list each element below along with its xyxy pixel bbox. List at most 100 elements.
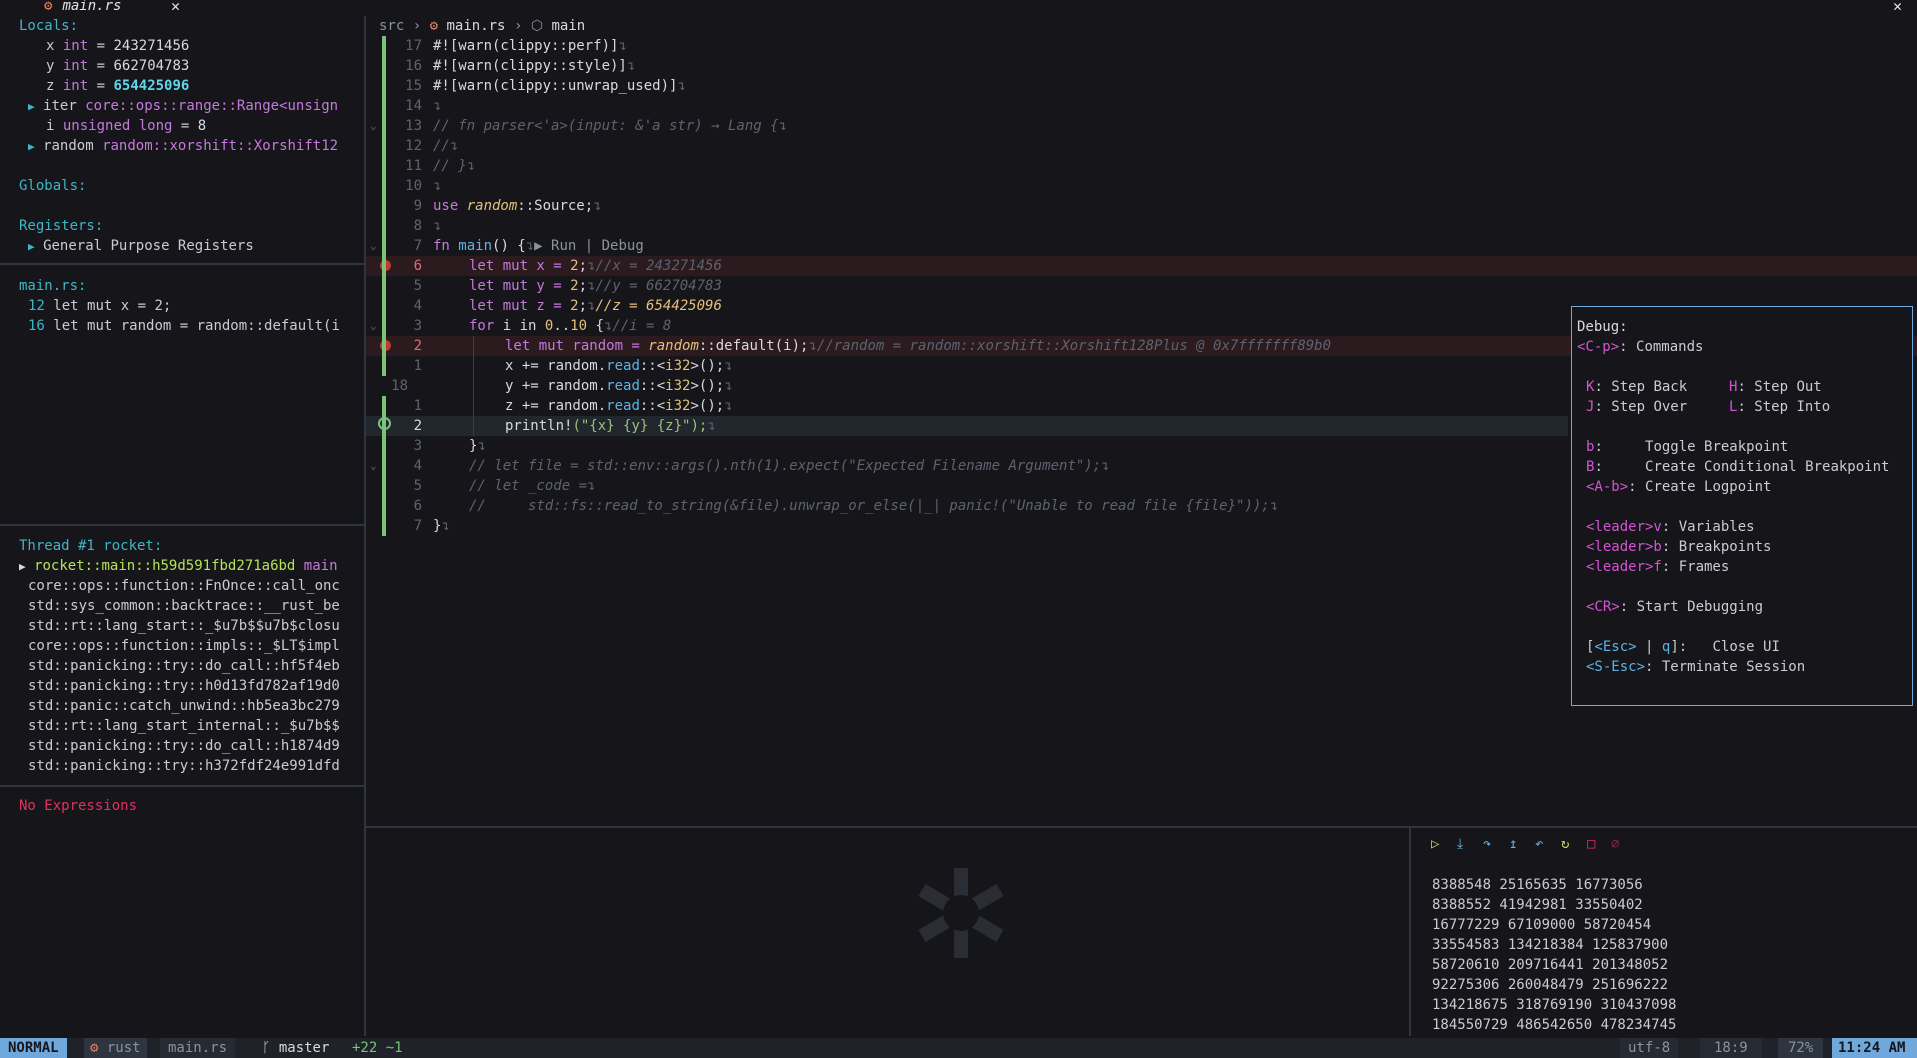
restart-icon[interactable]: ↻ xyxy=(1561,836,1569,852)
step-over-icon[interactable]: ↷ xyxy=(1483,836,1491,852)
expand-triangle-icon[interactable]: ▶ xyxy=(28,240,35,253)
step-out-icon[interactable]: ↥ xyxy=(1509,836,1517,852)
debug-help-popup: Debug: <C-p>: Commands K: Step Back H: St… xyxy=(1571,306,1913,706)
stacks-pane[interactable]: Thread #1 rocket: ▶ rocket::main::h59d59… xyxy=(0,536,364,784)
tab-bar xyxy=(0,0,1917,14)
virtual-text-value: //x = 243271456 xyxy=(595,258,722,274)
help-step-back[interactable]: K: Step Back xyxy=(1586,379,1687,395)
clock: 11:24 AM xyxy=(1832,1038,1917,1058)
help-step-over[interactable]: J: Step Over xyxy=(1586,399,1687,415)
help-frames[interactable]: <leader>f: Frames xyxy=(1572,557,1912,577)
divider xyxy=(0,524,364,526)
fold-chevron-icon: ⌄ xyxy=(370,119,377,132)
indent-guide xyxy=(473,336,474,436)
tab-close-button[interactable]: ✕ xyxy=(171,0,180,14)
scroll-percent: 72% xyxy=(1778,1038,1824,1058)
stack-frame[interactable]: std::rt::lang_start::_$u7b$$u7b$closu xyxy=(0,616,364,636)
stack-frame[interactable]: core::ops::function::impls::_$LT$impl xyxy=(0,636,364,656)
breakpoint-item[interactable]: 12 let mut x = 2; xyxy=(0,296,364,316)
watches-pane[interactable]: No Expressions xyxy=(0,796,364,1036)
console-output-line: 58720610 209716441 201348052 xyxy=(1432,957,1669,973)
globals-header[interactable]: Globals: xyxy=(0,176,364,196)
console-output-line: 16777229 67109000 58720454 xyxy=(1432,917,1652,933)
local-var-z[interactable]: z int = 654425096 xyxy=(0,76,364,96)
git-branch: ᚴ master xyxy=(262,1040,330,1056)
breakpoint-item[interactable]: 16 let mut random = random::default(i xyxy=(0,316,364,336)
rust-file-icon: ⚙ xyxy=(429,18,439,34)
disconnect-icon[interactable]: ⌀ xyxy=(1611,836,1619,852)
cube-icon: ⬡ xyxy=(530,18,544,34)
stack-frame[interactable]: std::panicking::try::h0d13fd782af19d0 xyxy=(0,676,364,696)
help-start-debugging[interactable]: <CR>: Start Debugging xyxy=(1572,597,1912,617)
play-icon[interactable]: ▷ xyxy=(1431,836,1439,852)
nix-snowflake-logo xyxy=(918,868,1004,958)
stack-frame[interactable]: std::rt::lang_start_internal::_$u7b$$ xyxy=(0,716,364,736)
window-close-button[interactable]: ✕ xyxy=(1893,0,1902,14)
code-line: 10 ↴ xyxy=(366,176,1917,196)
registers-item[interactable]: ▶ General Purpose Registers xyxy=(0,236,364,256)
fold-chevron-icon: ⌄ xyxy=(370,459,377,472)
stack-frame[interactable]: std::panicking::try::do_call::h1874d9 xyxy=(0,736,364,756)
filetype-segment: ⚙ rust xyxy=(84,1038,147,1058)
thread-header[interactable]: Thread #1 rocket: xyxy=(0,536,364,556)
breakpoints-file[interactable]: main.rs: xyxy=(0,276,364,296)
run-codelens[interactable]: ▶ Run xyxy=(534,238,576,254)
stack-frame[interactable]: std::panic::catch_unwind::hb5ea3bc279 xyxy=(0,696,364,716)
stack-frame[interactable]: core::ops::function::FnOnce::call_onc xyxy=(0,576,364,596)
help-close-ui[interactable]: [<Esc> | q]: Close UI xyxy=(1572,637,1912,657)
breadcrumb-file[interactable]: main.rs xyxy=(446,18,505,34)
code-line: 9 use random::Source;↴ xyxy=(366,196,1917,216)
breakpoints-pane[interactable]: main.rs: 12 let mut x = 2; 16 let mut ra… xyxy=(0,276,364,524)
console-output-line: 8388552 41942981 33550402 xyxy=(1432,897,1643,913)
locals-header[interactable]: Locals: xyxy=(0,16,364,36)
code-line: 17 #![warn(clippy::perf)]↴ xyxy=(366,36,1917,56)
repl-pane[interactable] xyxy=(366,828,1409,1035)
stack-frame-current[interactable]: ▶ rocket::main::h59d591fbd271a6bd main xyxy=(0,556,364,576)
stack-frame[interactable]: std::panicking::try::do_call::hf5f4eb xyxy=(0,656,364,676)
code-line: 15 #![warn(clippy::unwrap_used)]↴ xyxy=(366,76,1917,96)
breadcrumb-dir[interactable]: src xyxy=(379,18,404,34)
rust-file-icon: ⚙ xyxy=(90,1040,99,1056)
file-segment: main.rs xyxy=(160,1038,236,1058)
local-var-random[interactable]: ▶ random random::xorshift::Xorshift12 xyxy=(0,136,364,156)
fold-chevron-icon: ⌄ xyxy=(370,239,377,252)
local-var-x[interactable]: x int = 243271456 xyxy=(0,36,364,56)
console-pane[interactable]: ▷ ⤓ ↷ ↥ ↶ ↻ □ ⌀ 8388548 25165635 1677305… xyxy=(1411,828,1917,1035)
expand-triangle-icon[interactable]: ▶ xyxy=(28,100,35,113)
help-variables[interactable]: <leader>v: Variables xyxy=(1572,517,1912,537)
virtual-text-value: //y = 662704783 xyxy=(595,278,722,294)
help-conditional-breakpoint[interactable]: B: Create Conditional Breakpoint xyxy=(1572,457,1912,477)
console-output-line: 92275306 260048479 251696222 xyxy=(1432,977,1669,993)
console-output-line: 184550729 486542650 478234745 xyxy=(1432,1017,1677,1033)
virtual-text-value: //random = random::xorshift::Xorshift128… xyxy=(816,338,1332,354)
registers-header[interactable]: Registers: xyxy=(0,216,364,236)
divider xyxy=(0,785,364,787)
help-step-row: K: Step Back H: Step Out xyxy=(1572,377,1912,397)
help-step-out[interactable]: H: Step Out xyxy=(1729,377,1822,397)
tab-main-rs[interactable]: ⚙ main.rs xyxy=(44,0,121,14)
local-var-i[interactable]: i unsigned long = 8 xyxy=(0,116,364,136)
git-diff-summary: +22 ~1 xyxy=(352,1040,403,1056)
stop-icon[interactable]: □ xyxy=(1587,836,1595,852)
help-logpoint[interactable]: <A-b>: Create Logpoint xyxy=(1572,477,1912,497)
step-into-icon[interactable]: ⤓ xyxy=(1457,836,1463,852)
debug-codelens[interactable]: | Debug xyxy=(576,238,644,254)
stack-frame[interactable]: std::panicking::try::h372fdf24e991dfd xyxy=(0,756,364,776)
fold-chevron-icon: ⌄ xyxy=(370,319,377,332)
step-back-icon[interactable]: ↶ xyxy=(1535,836,1543,852)
expand-triangle-icon[interactable]: ▶ xyxy=(28,140,35,153)
cursor-position: 18:9 xyxy=(1700,1038,1762,1058)
scopes-pane[interactable]: Locals: x int = 243271456 y int = 662704… xyxy=(0,16,364,262)
help-terminate[interactable]: <S-Esc>: Terminate Session xyxy=(1572,657,1912,677)
local-var-iter[interactable]: ▶ iter core::ops::range::Range<unsign xyxy=(0,96,364,116)
help-commands[interactable]: <C-p>: Commands xyxy=(1572,337,1912,357)
help-step-into[interactable]: L: Step Into xyxy=(1729,397,1830,417)
virtual-text-value: //i = 8 xyxy=(612,318,672,334)
help-toggle-breakpoint[interactable]: b: Toggle Breakpoint xyxy=(1572,437,1912,457)
breadcrumb-symbol[interactable]: main xyxy=(551,18,585,34)
code-line-breakpoint: 6 let mut x = 2;↴//x = 243271456 xyxy=(366,256,1917,276)
help-breakpoints[interactable]: <leader>b: Breakpoints xyxy=(1572,537,1912,557)
local-var-y[interactable]: y int = 662704783 xyxy=(0,56,364,76)
stack-frame[interactable]: std::sys_common::backtrace::__rust_be xyxy=(0,596,364,616)
statusline: NORMAL ⚙ rust main.rs ᚴ master +22 ~1 ut… xyxy=(0,1038,1917,1058)
